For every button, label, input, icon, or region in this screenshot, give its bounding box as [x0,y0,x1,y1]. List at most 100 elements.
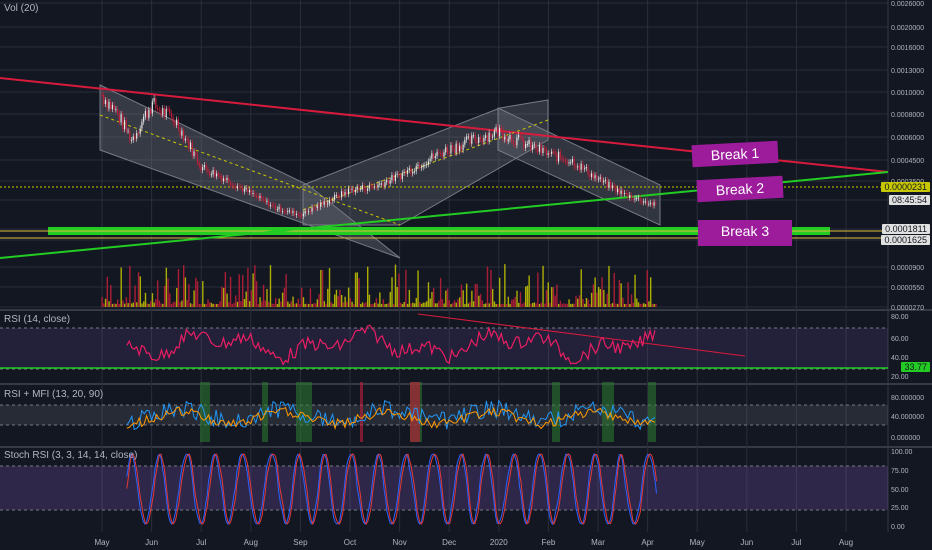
volume-bar [393,304,395,307]
candle-body [363,185,365,190]
candle-body [217,173,219,177]
volume-bar [399,302,402,307]
volume-bar [627,282,629,307]
candle-body [280,206,282,212]
candle-body [375,186,377,188]
main-y-tick: 0.0020000 [891,25,924,32]
candle-body [467,136,469,138]
volume-bar [590,292,593,307]
volume-bar [415,297,418,307]
candle-body [261,196,263,199]
volume-bar [101,296,103,307]
candle-body [512,140,515,144]
candle-body [474,135,476,141]
volume-bar [123,303,126,307]
volume-bar [538,304,541,307]
candle-body [450,145,452,154]
candle-body [406,170,409,174]
candle-body [469,136,471,144]
candle-body [651,202,653,206]
volume-bar [611,303,614,307]
volume-bar [637,302,640,307]
candle-body [649,202,652,204]
candle-body [186,138,188,141]
candle-body [207,169,209,173]
candle-body [608,181,610,188]
candle-body [231,185,233,187]
candle-body [459,145,461,152]
candle-body [210,174,212,176]
candle-body [431,153,433,159]
volume-bar [304,303,306,307]
volume-bar [530,303,532,307]
volume-bar [519,292,522,307]
volume-bar [608,265,610,307]
candle-body [314,208,317,210]
candle-body [443,152,445,157]
candle-body [245,188,247,190]
volume-bar [377,303,379,307]
x-tick-label: Apr [641,538,654,547]
candle-body [457,143,459,152]
volume-bar [347,287,350,307]
candle-body [162,108,164,115]
volume-bar [412,302,414,307]
candle-body [228,177,230,183]
volume-bar [373,302,376,307]
candle-body [235,186,237,189]
volume-bar [283,287,286,307]
candle-body [497,127,499,137]
volume-bar [254,265,256,307]
candle-body [275,205,277,210]
volume-bar [297,298,299,307]
candle-body [200,166,202,171]
volume-bar [276,303,279,307]
volume-bar [615,303,617,307]
volume-bar [150,301,152,307]
candle-body [188,140,190,149]
candle-body [222,178,225,182]
candle-body [347,188,350,195]
rsi-y-tick: 80.00 [891,314,909,321]
candle-body [545,149,548,155]
volume-bar [427,282,430,307]
candle-body [610,181,612,189]
volume-bar [500,303,503,307]
volume-bar [540,302,543,307]
chart-svg[interactable]: May Jun Jul Aug Sep Oct Nov Dec 2020 Feb Mar Apr May… [0,0,932,550]
volume-bar [219,301,221,307]
volume-bar [507,296,510,307]
candle-body [655,202,657,204]
candle-body [523,140,525,149]
candle-body [599,177,601,179]
candle-body [471,135,473,144]
volume-bar [641,303,643,307]
volume-bar [228,302,230,307]
candle-body [620,190,622,195]
volume-bar [217,303,220,307]
candle-body [177,119,179,129]
candle-body [571,159,574,163]
candle-body [214,170,216,177]
volume-bar [132,302,135,307]
candle-body [179,128,181,136]
candle-body [604,179,607,181]
candle-body [410,168,412,174]
volume-bar [245,291,247,307]
volume-bar [419,302,421,307]
candle-body [189,142,192,149]
volume-bar [446,288,449,307]
candle-body [589,174,591,178]
volume-bar [512,299,515,307]
volume-bar [486,266,489,307]
volume-bar [653,303,655,307]
candle-body [519,135,521,137]
volume-bar [524,286,527,307]
candle-body [526,143,528,145]
volume-bar [426,301,428,307]
break-1-label: Break 1 [691,140,779,168]
volume-bar [306,303,308,307]
candle-body [486,135,488,142]
candle-body [618,188,620,195]
candle-body [288,210,291,212]
